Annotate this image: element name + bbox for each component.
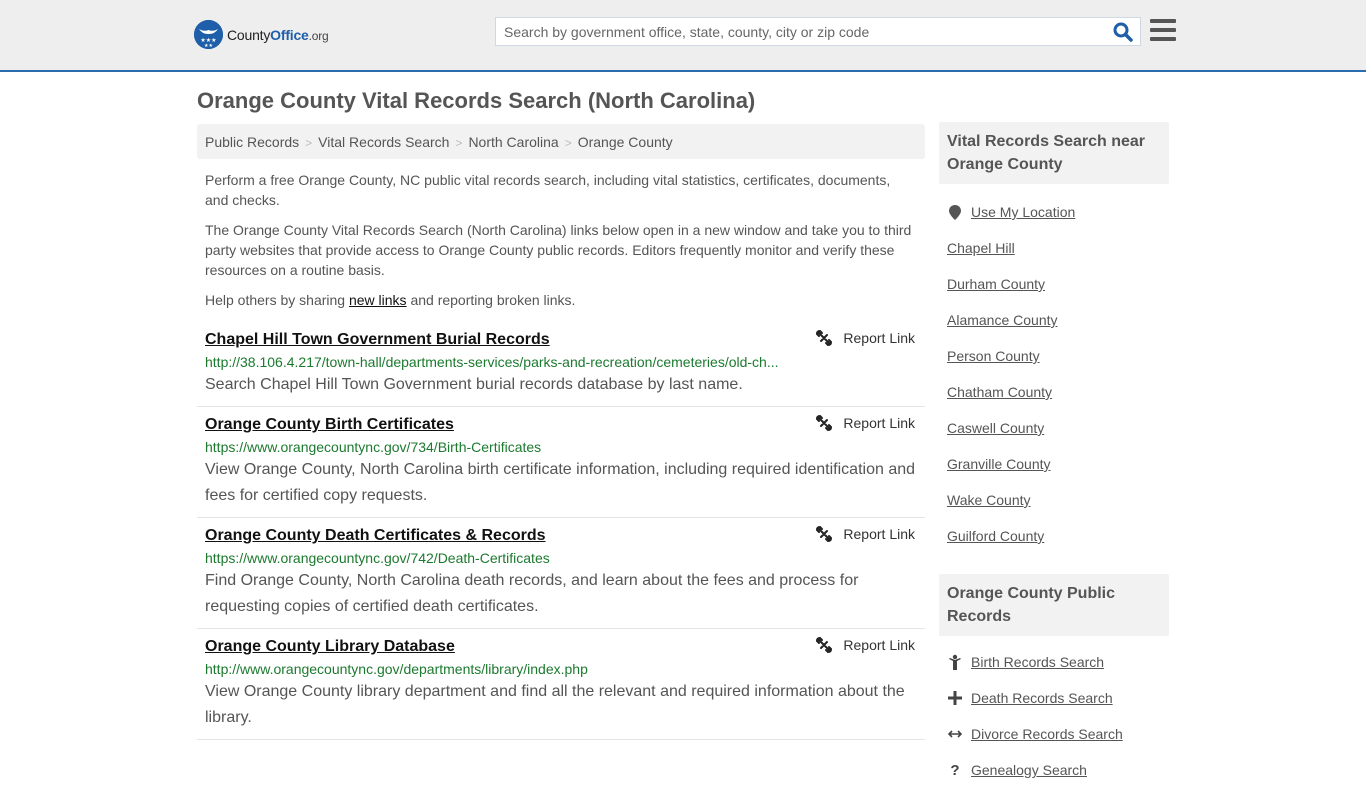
logo-text: CountyOffice.org xyxy=(227,26,329,43)
nearby-item: Person County xyxy=(947,338,1161,374)
intro-paragraph: The Orange County Vital Records Search (… xyxy=(205,222,912,278)
breadcrumb-north-carolina[interactable]: North Carolina xyxy=(468,134,558,150)
broken-link-icon xyxy=(816,526,833,542)
breadcrumb-separator: > xyxy=(564,136,572,150)
menu-bar xyxy=(1150,28,1176,32)
nearby-link-chapel-hill[interactable]: Chapel Hill xyxy=(947,240,1015,256)
map-marker-icon xyxy=(947,204,963,220)
site-header: ★★★ ★★ CountyOffice.org xyxy=(0,0,1366,72)
genealogy-search-link[interactable]: Genealogy Search xyxy=(971,762,1087,778)
nearby-link-alamance-county[interactable]: Alamance County xyxy=(947,312,1058,328)
result-url: https://www.orangecountync.gov/742/Death… xyxy=(205,550,550,566)
result-title-link[interactable]: Orange County Birth Certificates xyxy=(205,415,454,435)
nearby-link-wake-county[interactable]: Wake County xyxy=(947,492,1031,508)
divorce-records-search-link[interactable]: Divorce Records Search xyxy=(971,726,1123,742)
broken-link-icon xyxy=(816,637,833,653)
result-title-link[interactable]: Orange County Death Certificates & Recor… xyxy=(205,526,546,546)
nearby-list: Use My Location Chapel Hill Durham Count… xyxy=(939,184,1169,554)
nearby-link-guilford-county[interactable]: Guilford County xyxy=(947,528,1044,544)
site-logo[interactable]: ★★★ ★★ CountyOffice.org xyxy=(194,20,329,49)
breadcrumb-separator: > xyxy=(305,136,313,150)
result-title-link[interactable]: Chapel Hill Town Government Burial Recor… xyxy=(205,330,550,350)
public-records-list: Birth Records Search Death Records Searc… xyxy=(939,636,1169,788)
nearby-item: Durham County xyxy=(947,266,1161,302)
svg-text:★★: ★★ xyxy=(204,43,213,49)
plus-icon xyxy=(947,691,963,705)
broken-link-icon xyxy=(816,415,833,431)
main-content: Public Records > Vital Records Search > Nort… xyxy=(197,124,925,740)
menu-bar xyxy=(1150,19,1176,23)
breadcrumb-public-records[interactable]: Public Records xyxy=(205,134,299,150)
breadcrumb: Public Records > Vital Records Search > Nort… xyxy=(197,124,925,159)
public-records-item: Death Records Search xyxy=(947,680,1161,716)
hamburger-menu-button[interactable] xyxy=(1150,19,1176,43)
public-records-item: ? Genealogy Search xyxy=(947,752,1161,788)
search-input[interactable] xyxy=(496,18,1096,45)
page-title: Orange County Vital Records Search (Nort… xyxy=(197,88,756,113)
result-item: Orange County Birth Certificates Report … xyxy=(197,407,925,518)
result-url: https://www.orangecountync.gov/734/Birth… xyxy=(205,439,542,455)
result-title-link[interactable]: Orange County Library Database xyxy=(205,637,455,657)
breadcrumb-vital-records-search[interactable]: Vital Records Search xyxy=(318,134,449,150)
birth-records-search-link[interactable]: Birth Records Search xyxy=(971,654,1104,670)
broken-link-icon xyxy=(816,330,833,346)
nearby-heading: Vital Records Search near Orange County xyxy=(939,122,1169,184)
report-link-button[interactable]: Report Link xyxy=(816,526,915,542)
result-item: Chapel Hill Town Government Burial Recor… xyxy=(197,322,925,407)
search-icon xyxy=(1113,22,1133,42)
nearby-item: Guilford County xyxy=(947,518,1161,554)
death-records-search-link[interactable]: Death Records Search xyxy=(971,690,1113,706)
eagle-logo-icon: ★★★ ★★ xyxy=(194,20,223,49)
nearby-item: Chapel Hill xyxy=(947,230,1161,266)
result-description: Find Orange County, North Carolina death… xyxy=(205,572,859,615)
new-links-link[interactable]: new links xyxy=(349,292,407,308)
nearby-item: Caswell County xyxy=(947,410,1161,446)
result-item: Orange County Death Certificates & Recor… xyxy=(197,518,925,629)
child-icon xyxy=(947,654,963,670)
search-button[interactable] xyxy=(1112,21,1134,43)
result-description: View Orange County, North Carolina birth… xyxy=(205,461,916,504)
public-records-block: Orange County Public Records Birth Recor… xyxy=(939,574,1169,788)
nearby-link-chatham-county[interactable]: Chatham County xyxy=(947,384,1052,400)
share-links-paragraph: Help others by sharing new links and rep… xyxy=(205,292,576,308)
nearby-item: Wake County xyxy=(947,482,1161,518)
report-link-button[interactable]: Report Link xyxy=(816,637,915,653)
use-my-location-item: Use My Location xyxy=(947,194,1161,230)
public-records-item: Birth Records Search xyxy=(947,644,1161,680)
intro-paragraph: Perform a free Orange County, NC public … xyxy=(205,172,891,208)
nearby-link-durham-county[interactable]: Durham County xyxy=(947,276,1045,292)
public-records-item: Divorce Records Search xyxy=(947,716,1161,752)
nearby-item: Chatham County xyxy=(947,374,1161,410)
sidebar: Vital Records Search near Orange County … xyxy=(939,122,1169,788)
use-my-location-link[interactable]: Use My Location xyxy=(971,204,1075,220)
intro-text: Perform a free Orange County, NC public … xyxy=(197,170,925,310)
nearby-link-caswell-county[interactable]: Caswell County xyxy=(947,420,1044,436)
menu-bar xyxy=(1150,37,1176,41)
nearby-item: Granville County xyxy=(947,446,1161,482)
result-description: Search Chapel Hill Town Government buria… xyxy=(205,376,743,393)
question-icon: ? xyxy=(950,761,960,779)
result-description: View Orange County library department an… xyxy=(205,683,905,726)
breadcrumb-separator: > xyxy=(455,136,463,150)
nearby-link-person-county[interactable]: Person County xyxy=(947,348,1040,364)
result-url: http://38.106.4.217/town-hall/department… xyxy=(205,354,779,370)
public-records-heading: Orange County Public Records xyxy=(939,574,1169,636)
result-url: http://www.orangecountync.gov/department… xyxy=(205,661,588,677)
results-list: Chapel Hill Town Government Burial Recor… xyxy=(197,322,925,740)
search-box xyxy=(495,17,1141,46)
nearby-item: Alamance County xyxy=(947,302,1161,338)
nearby-link-granville-county[interactable]: Granville County xyxy=(947,456,1051,472)
result-item: Orange County Library Database Report Li… xyxy=(197,629,925,740)
report-link-button[interactable]: Report Link xyxy=(816,415,915,431)
report-link-button[interactable]: Report Link xyxy=(816,330,915,346)
arrows-horizontal-icon xyxy=(947,729,963,739)
breadcrumb-orange-county[interactable]: Orange County xyxy=(578,134,673,150)
